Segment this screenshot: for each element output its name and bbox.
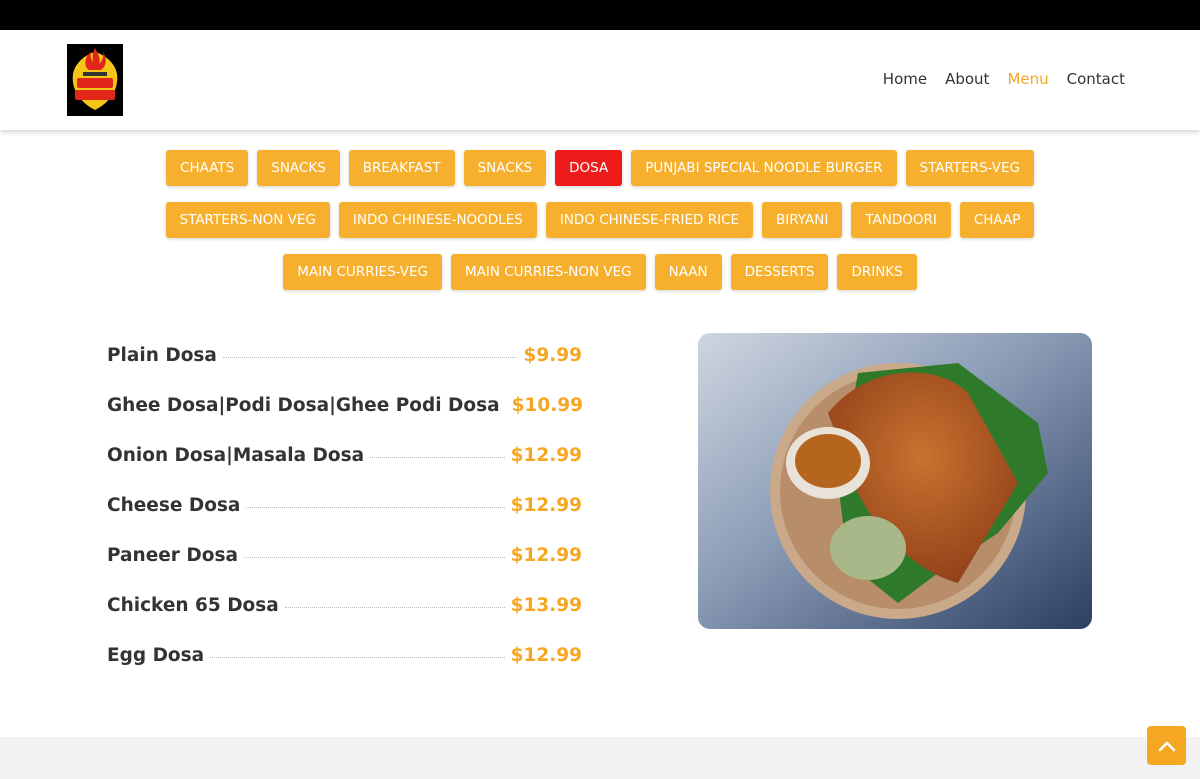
dosa-photo xyxy=(698,333,1092,629)
menu-item: Ghee Dosa|Podi Dosa|Ghee Podi Dosa $10.9… xyxy=(107,380,583,430)
menu-item-name: Chicken 65 Dosa xyxy=(107,594,279,616)
category-snacks-button[interactable]: SNACKS xyxy=(257,150,340,186)
dotted-leader xyxy=(243,556,505,558)
category-main-curries-non-veg-button[interactable]: MAIN CURRIES-NON VEG xyxy=(450,254,646,290)
menu-item: Onion Dosa|Masala Dosa $12.99 xyxy=(107,430,582,480)
menu-item-name: Paneer Dosa xyxy=(107,544,238,566)
category-naan-button[interactable]: NAAN xyxy=(654,254,722,290)
category-chaap-button[interactable]: CHAAP xyxy=(959,202,1035,238)
menu-item-price: $12.99 xyxy=(510,494,582,516)
category-main-curries-veg-button[interactable]: MAIN CURRIES-VEG xyxy=(283,254,442,290)
category-drinks-button[interactable]: DRINKS xyxy=(837,254,917,290)
menu-item-name: Cheese Dosa xyxy=(107,494,241,516)
menu-item-name: Ghee Dosa|Podi Dosa|Ghee Podi Dosa xyxy=(107,394,500,416)
dotted-leader xyxy=(284,606,505,608)
site-header: Home About Menu Contact xyxy=(0,30,1200,130)
nav-home[interactable]: Home xyxy=(883,70,927,88)
category-indo-chinese-fried-rice-button[interactable]: INDO CHINESE-FRIED RICE xyxy=(545,202,754,238)
street-kitchen-logo[interactable] xyxy=(67,44,123,116)
menu-item: Plain Dosa $9.99 xyxy=(107,330,582,380)
category-desserts-button[interactable]: DESSERTS xyxy=(730,254,829,290)
main-nav: Home About Menu Contact xyxy=(865,70,1125,88)
menu-item-price: $12.99 xyxy=(510,644,582,666)
chevron-up-icon xyxy=(1158,741,1175,751)
nav-menu[interactable]: Menu xyxy=(1007,70,1048,88)
menu-item: Paneer Dosa $12.99 xyxy=(107,530,582,580)
menu-item-name: Egg Dosa xyxy=(107,644,205,666)
dotted-leader xyxy=(210,656,505,658)
category-row: CHAATS SNACKS BREAKFAST SNACKS DOSA PUNJ… xyxy=(0,150,1200,186)
category-starters-veg-button[interactable]: STARTERS-VEG xyxy=(905,150,1034,186)
dotted-leader xyxy=(370,456,505,458)
dotted-leader xyxy=(246,506,505,508)
top-bar xyxy=(0,0,1200,30)
menu-item-price: $12.99 xyxy=(510,544,582,566)
category-tandoori-button[interactable]: TANDOORI xyxy=(851,202,951,238)
dotted-leader xyxy=(222,356,518,358)
menu-item-price: $9.99 xyxy=(523,344,582,366)
category-starters-non-veg-button[interactable]: STARTERS-NON VEG xyxy=(165,202,330,238)
menu-item-price: $12.99 xyxy=(510,444,582,466)
menu-item: Egg Dosa $12.99 xyxy=(107,630,582,680)
category-punjabi-noodle-burger-button[interactable]: PUNJABI SPECIAL NOODLE BURGER xyxy=(631,150,897,186)
category-row: STARTERS-NON VEG INDO CHINESE-NOODLES IN… xyxy=(0,202,1200,238)
category-indo-chinese-noodles-button[interactable]: INDO CHINESE-NOODLES xyxy=(338,202,537,238)
dosa-menu-list: Plain Dosa $9.99 Ghee Dosa|Podi Dosa|Ghe… xyxy=(107,330,583,680)
category-chaats-button[interactable]: CHAATS xyxy=(166,150,249,186)
menu-item: Chicken 65 Dosa $13.99 xyxy=(107,580,582,630)
menu-item-name: Plain Dosa xyxy=(107,344,217,366)
category-snacks-2-button[interactable]: SNACKS xyxy=(463,150,547,186)
nav-contact[interactable]: Contact xyxy=(1067,70,1125,88)
scroll-to-top-button[interactable] xyxy=(1147,726,1186,765)
menu-item: Cheese Dosa $12.99 xyxy=(107,480,582,530)
footer-strip xyxy=(0,737,1200,779)
nav-about[interactable]: About xyxy=(945,70,989,88)
category-dosa-button[interactable]: DOSA xyxy=(555,150,623,186)
menu-item-price: $13.99 xyxy=(510,594,582,616)
category-biryani-button[interactable]: BIRYANI xyxy=(762,202,843,238)
category-row: MAIN CURRIES-VEG MAIN CURRIES-NON VEG NA… xyxy=(0,254,1200,290)
menu-item-price: $10.99 xyxy=(511,394,583,416)
category-breakfast-button[interactable]: BREAKFAST xyxy=(348,150,455,186)
menu-item-name: Onion Dosa|Masala Dosa xyxy=(107,444,365,466)
category-filter: CHAATS SNACKS BREAKFAST SNACKS DOSA PUNJ… xyxy=(0,150,1200,306)
